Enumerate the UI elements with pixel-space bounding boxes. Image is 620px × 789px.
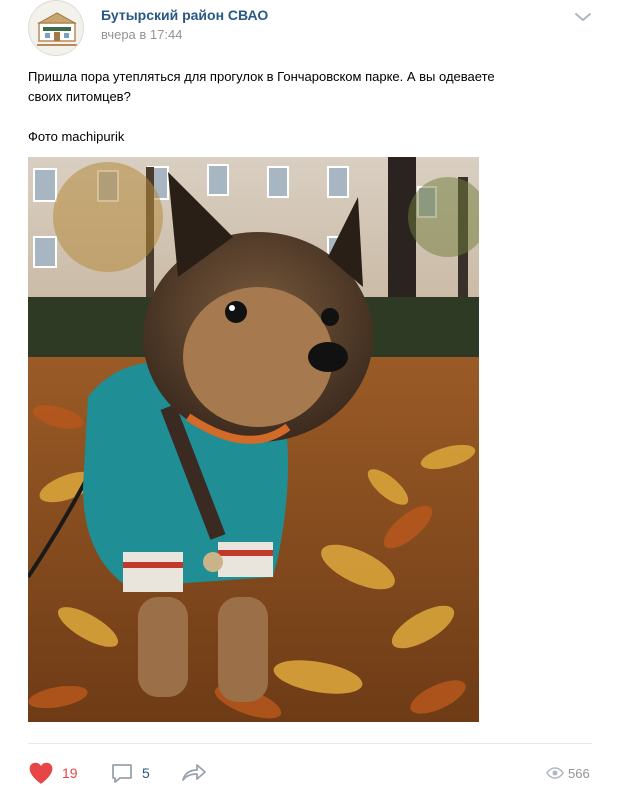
heart-icon [29,762,53,784]
photo-caption: Фото machipurik [28,129,125,144]
comment-button[interactable]: 5 [110,760,150,786]
share-button[interactable] [180,760,208,786]
post-author[interactable]: Бутырский район СВАО [101,7,268,23]
like-count: 19 [62,765,78,781]
views-counter: 566 [546,760,590,786]
community-avatar[interactable] [28,0,84,56]
eye-icon [546,767,564,779]
actions-divider [28,743,592,744]
like-button[interactable]: 19 [28,760,78,786]
views-count: 566 [568,765,590,781]
chevron-down-icon[interactable] [574,10,592,24]
post-card: Бутырский район СВАО вчера в 17:44 Пришл… [0,0,620,789]
community-logo-icon [37,12,77,46]
share-arrow-icon [182,764,206,781]
post-text-line: своих питомцев? [28,89,131,104]
dog-photo-image [28,157,479,722]
post-time[interactable]: вчера в 17:44 [101,27,182,42]
comment-count: 5 [142,765,150,781]
post-photo[interactable] [28,157,479,722]
post-text-line: Пришла пора утепляться для прогулок в Го… [28,69,495,84]
post-text: Пришла пора утепляться для прогулок в Го… [28,67,588,147]
comment-icon [112,764,132,783]
